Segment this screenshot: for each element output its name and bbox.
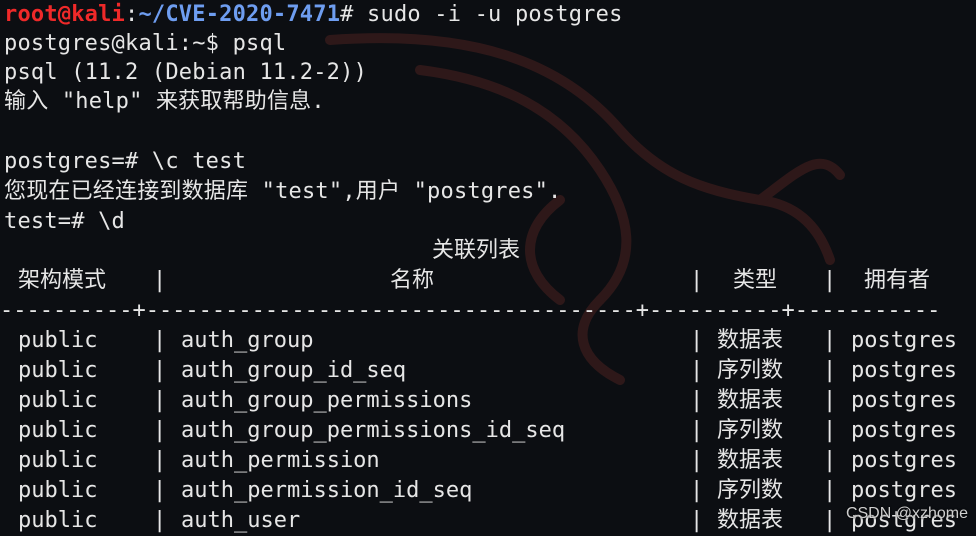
column-separator: | (690, 388, 704, 413)
cell-type: 序列数 (717, 358, 784, 383)
cell-owner: postgres (851, 388, 957, 413)
prompt-command: sudo -i -u postgres (353, 2, 623, 27)
table-row: public | auth_user | 数据表 | postgres (0, 506, 976, 536)
column-separator: | (690, 418, 704, 443)
column-separator: | (690, 448, 704, 473)
cell-owner: postgres (851, 328, 957, 353)
cell-schema: public (18, 508, 98, 533)
column-separator: | (823, 508, 837, 533)
column-separator: | (153, 268, 167, 293)
cell-schema: public (18, 448, 98, 473)
cell-name: auth_user (181, 508, 301, 533)
cell-type: 序列数 (717, 418, 784, 443)
column-separator: | (823, 268, 837, 293)
cell-schema: public (18, 358, 98, 383)
cell-schema: public (18, 418, 98, 443)
cell-name: auth_group_permissions_id_seq (181, 418, 566, 443)
header-name: 名称 (390, 268, 435, 293)
column-separator: | (153, 388, 167, 413)
cell-name: auth_group_permissions (181, 388, 473, 413)
cell-schema: public (18, 478, 98, 503)
table-caption-row: 关联列表 (0, 236, 976, 266)
prompt-line-1: root@kali:~/CVE-2020-7471# sudo -i -u po… (4, 0, 623, 30)
column-separator: | (690, 508, 704, 533)
column-separator: | (823, 418, 837, 443)
table-row: public | auth_group_id_seq | 序列数 | postgres (0, 356, 976, 386)
table-row: public | auth_group_permissions | 数据表 | postgr… (0, 386, 976, 416)
table-caption: 关联列表 (432, 238, 521, 263)
column-separator: | (153, 358, 167, 383)
column-separator: | (153, 478, 167, 503)
column-separator: | (823, 388, 837, 413)
terminal-window[interactable]: root@kali:~/CVE-2020-7471# sudo -i -u po… (0, 0, 976, 533)
cell-schema: public (18, 328, 98, 353)
table-divider: ----------+-----------------------------… (0, 298, 941, 323)
output-line-2: postgres@kali:~$ psql (4, 31, 287, 56)
column-separator: | (690, 358, 704, 383)
cell-type: 数据表 (717, 328, 784, 353)
table-row: public | auth_group_permissions_id_seq | 序列数… (0, 416, 976, 446)
cell-owner: postgres (851, 478, 957, 503)
column-separator: | (823, 328, 837, 353)
output-line-3: psql (11.2 (Debian 11.2-2)) (4, 60, 368, 85)
header-type: 类型 (733, 268, 778, 293)
cell-type: 序列数 (717, 478, 784, 503)
cell-schema: public (18, 388, 98, 413)
table-row: public | auth_group | 数据表 | postgres (0, 326, 976, 356)
column-separator: | (690, 268, 704, 293)
column-separator: | (690, 328, 704, 353)
prompt-hash: # (340, 2, 354, 27)
cell-owner: postgres (851, 358, 957, 383)
prompt-user-host: root@kali (4, 2, 126, 27)
column-separator: | (153, 328, 167, 353)
cell-name: auth_permission (181, 448, 380, 473)
cell-name: auth_group_id_seq (181, 358, 407, 383)
column-separator: | (690, 478, 704, 503)
output-line-4: 输入 "help" 来获取帮助信息. (4, 89, 325, 114)
table-row: public | auth_permission | 数据表 | postgres (0, 446, 976, 476)
cell-type: 数据表 (717, 448, 784, 473)
cell-name: auth_permission_id_seq (181, 478, 473, 503)
header-schema: 架构模式 (18, 268, 107, 293)
cell-owner: postgres (851, 418, 957, 443)
header-owner: 拥有者 (864, 268, 931, 293)
cell-type: 数据表 (717, 508, 784, 533)
prompt-path: ~/CVE-2020-7471 (138, 2, 341, 27)
column-separator: | (823, 478, 837, 503)
column-separator: | (153, 508, 167, 533)
cell-type: 数据表 (717, 388, 784, 413)
column-separator: | (823, 358, 837, 383)
csdn-watermark: CSDN @xzhome (845, 505, 968, 522)
output-line-7: 您现在已经连接到数据库 "test",用户 "postgres". (4, 179, 562, 204)
prompt-colon: : (125, 2, 139, 27)
output-line-8: test=# \d (4, 209, 126, 234)
output-line-6: postgres=# \c test (4, 149, 247, 174)
column-separator: | (153, 448, 167, 473)
table-row: public | auth_permission_id_seq | 序列数 | postgr… (0, 476, 976, 506)
column-separator: | (153, 418, 167, 443)
cell-owner: postgres (851, 448, 957, 473)
column-separator: | (823, 448, 837, 473)
table-header-row: 架构模式 | 名称 | 类型 | 拥有者 (0, 266, 976, 296)
cell-name: auth_group (181, 328, 314, 353)
